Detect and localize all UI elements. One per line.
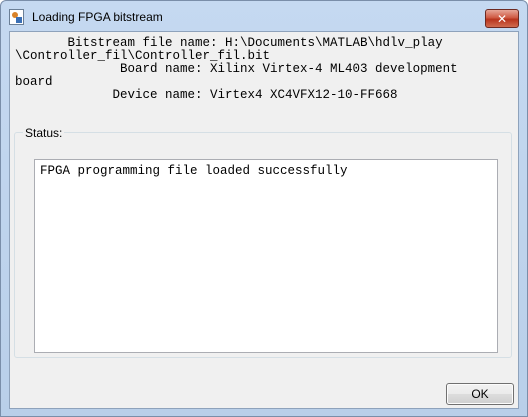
matlab-app-icon (9, 9, 24, 25)
info-line: Board name: Xilinx Virtex-4 ML403 develo… (15, 62, 458, 76)
status-group: Status: FPGA programming file loaded suc… (14, 126, 512, 358)
dialog-window: Loading FPGA bitstream ✕ Bitstream file … (0, 0, 528, 417)
status-textbox[interactable]: FPGA programming file loaded successfull… (34, 159, 498, 353)
status-message: FPGA programming file loaded successfull… (40, 164, 348, 178)
window-title: Loading FPGA bitstream (32, 10, 163, 24)
close-button[interactable]: ✕ (485, 9, 519, 28)
status-label: Status: (23, 126, 65, 140)
ok-button[interactable]: OK (446, 383, 514, 405)
title-bar[interactable]: Loading FPGA bitstream ✕ (1, 1, 527, 31)
info-line: Device name: Virtex4 XC4VFX12-10-FF668 (15, 88, 398, 102)
dialog-content: Bitstream file name: H:\Documents\MATLAB… (9, 31, 519, 409)
bitstream-info: Bitstream file name: H:\Documents\MATLAB… (15, 37, 513, 102)
